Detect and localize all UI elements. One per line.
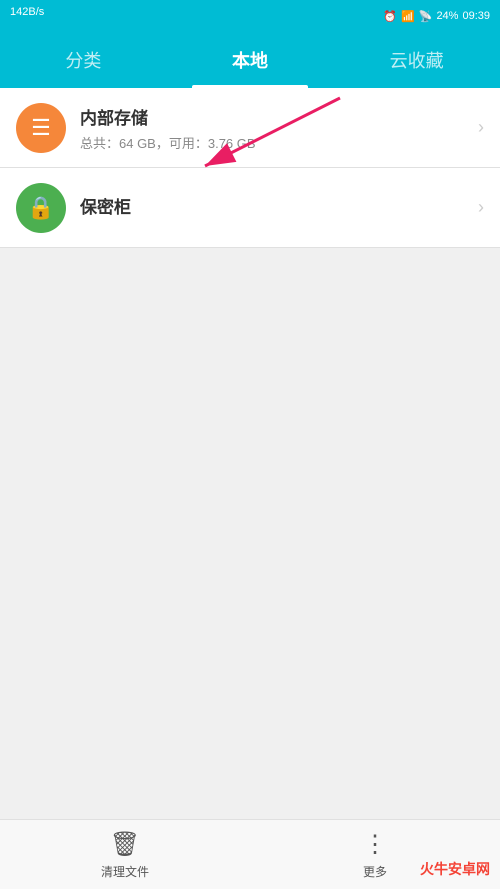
chevron-right-icon: › [478, 117, 484, 138]
lock-icon: 🔒 [27, 195, 54, 221]
status-bar: 142B/s ⏰ 📶 📡 24% 09:39 [0, 0, 500, 32]
internal-storage-subtitle: 总共：64 GB，可用：3.76 GB [80, 133, 478, 152]
chevron-right-icon-2: › [478, 197, 484, 218]
watermark: 火牛安卓网 [420, 859, 490, 879]
battery-text: 24% [436, 10, 458, 22]
tab-cloud[interactable]: 云收藏 [333, 32, 500, 88]
more-label: 更多 [363, 863, 387, 880]
alarm-icon: ⏰ [383, 10, 397, 23]
storage-icon: ☰ [31, 115, 51, 141]
storage-icon-bg: ☰ [16, 103, 66, 153]
bottom-nav-clean[interactable]: 🗑 清理文件 [0, 830, 250, 880]
clean-icon: 🗑 [110, 830, 140, 859]
status-right: ⏰ 📶 📡 24% 09:39 [383, 10, 490, 23]
tab-local[interactable]: 本地 [167, 32, 334, 88]
main-content: ☰ 内部存储 总共：64 GB，可用：3.76 GB › 🔒 保密柜 › [0, 88, 500, 819]
more-icon: ⋮ [363, 830, 387, 859]
internal-storage-title: 内部存储 [80, 104, 478, 129]
speed-indicator: 142B/s [10, 6, 44, 18]
clean-label: 清理文件 [101, 863, 149, 880]
list-item-internal-storage[interactable]: ☰ 内部存储 总共：64 GB，可用：3.76 GB › [0, 88, 500, 168]
internal-storage-text: 内部存储 总共：64 GB，可用：3.76 GB [80, 104, 478, 152]
time-display: 09:39 [462, 10, 490, 22]
wifi-icon: 📶 [401, 10, 415, 23]
list-item-secret-box[interactable]: 🔒 保密柜 › [0, 168, 500, 248]
secret-box-title: 保密柜 [80, 193, 478, 218]
secret-box-text: 保密柜 [80, 193, 478, 222]
secret-icon-bg: 🔒 [16, 183, 66, 233]
tab-category[interactable]: 分类 [0, 32, 167, 88]
signal-icon: 📡 [419, 10, 433, 23]
tab-bar: 分类 本地 云收藏 [0, 32, 500, 88]
